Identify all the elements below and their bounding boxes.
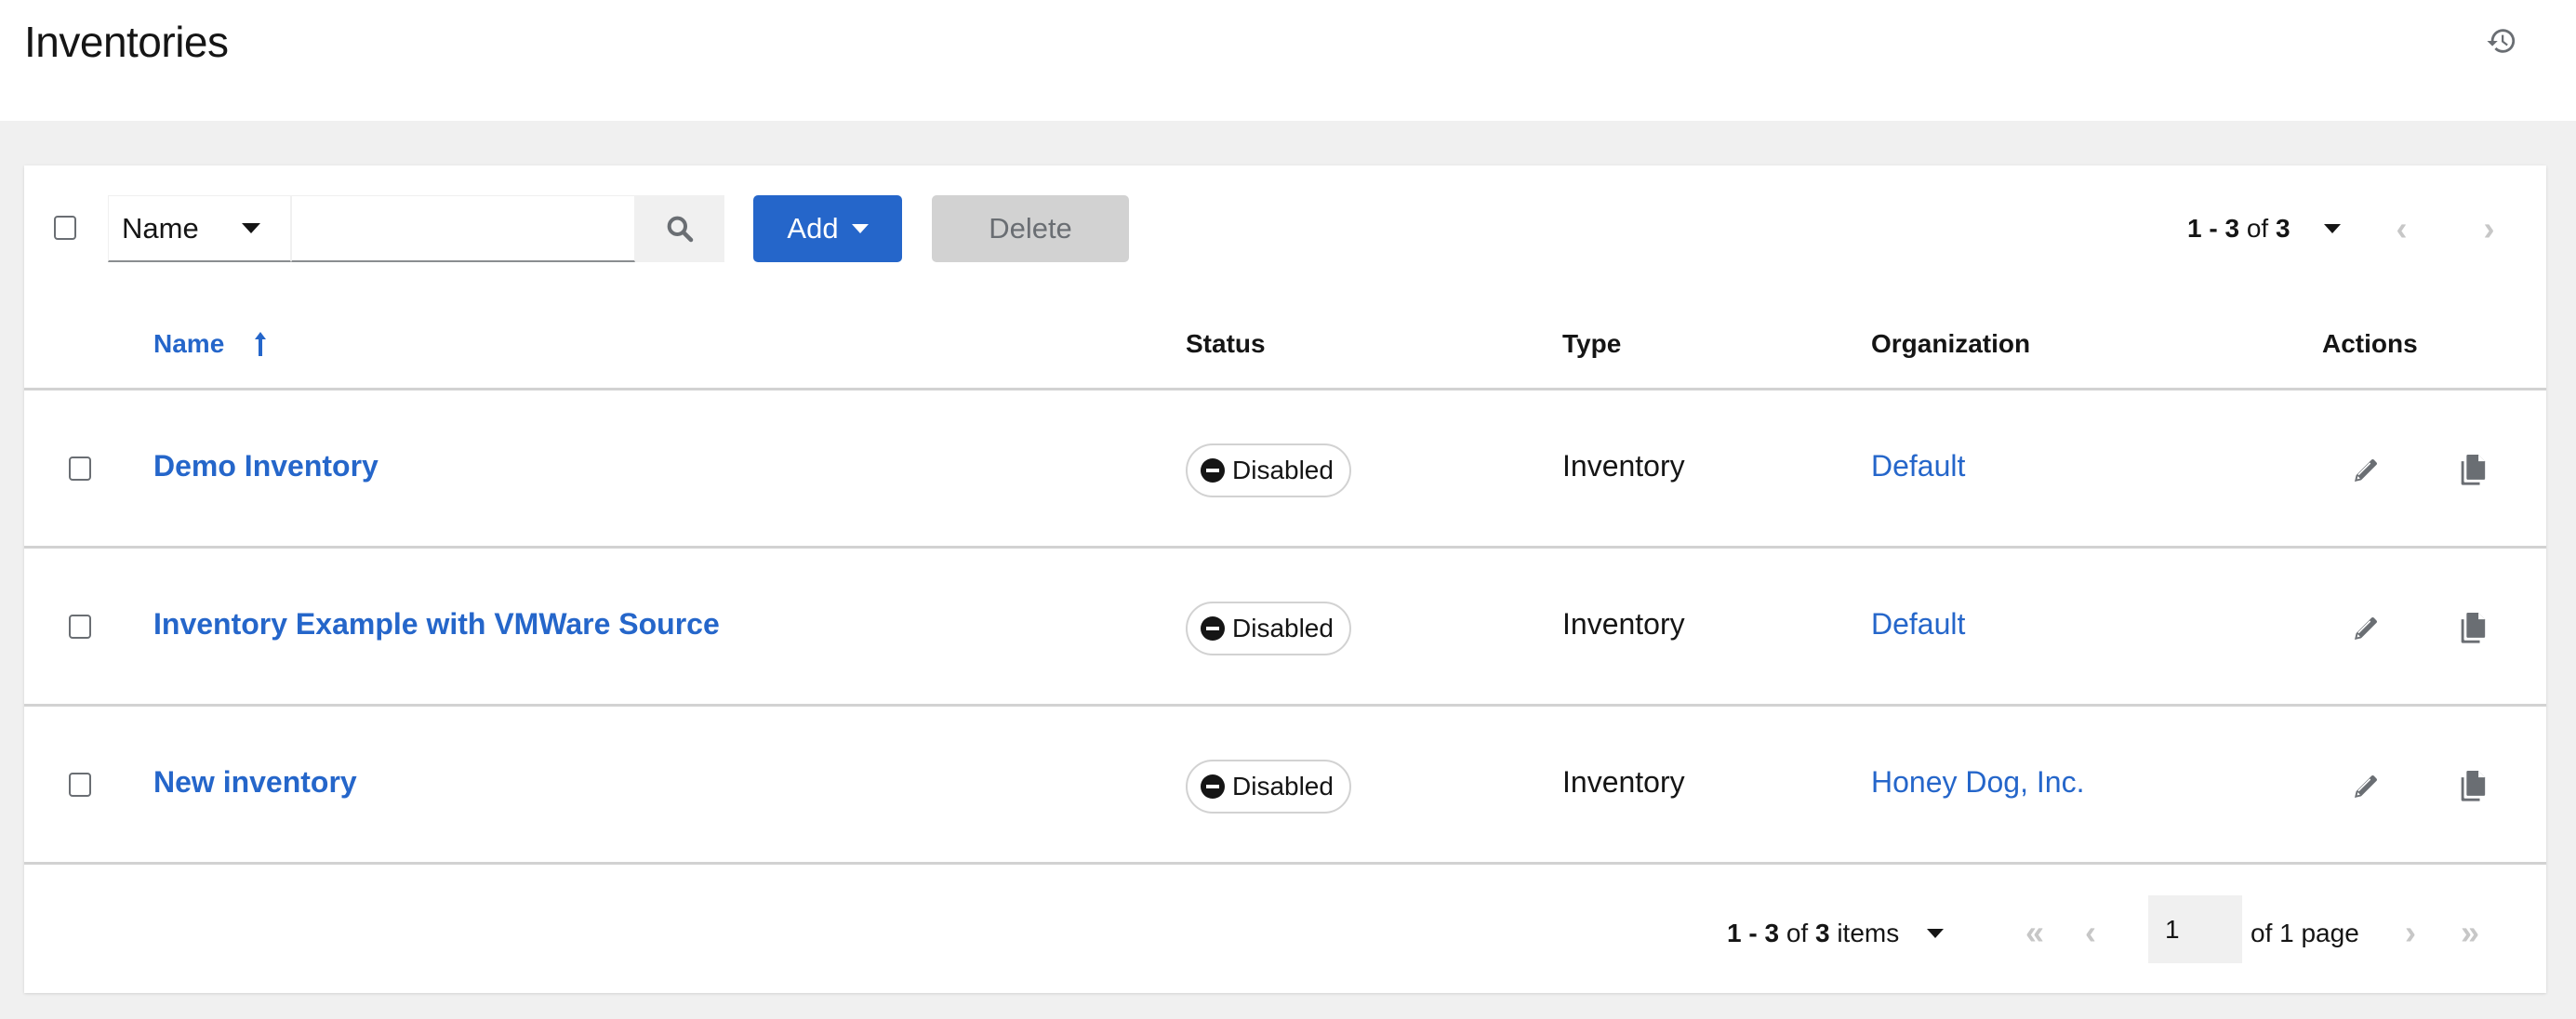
history-icon xyxy=(2487,29,2516,53)
copy-icon xyxy=(2461,455,2486,485)
bottom-pagination: 1 - 3 of 3 items « ‹ of 1 page › » xyxy=(24,895,2546,974)
delete-button-label: Delete xyxy=(989,212,1072,245)
type-cell: Inventory xyxy=(1562,765,1685,799)
range-start: 1 xyxy=(2187,214,2202,243)
column-header-name[interactable]: Name xyxy=(153,329,267,359)
row-checkbox[interactable] xyxy=(69,457,91,481)
column-header-name-label: Name xyxy=(153,329,225,358)
disabled-icon xyxy=(1201,774,1225,799)
range-total: 3 xyxy=(2275,214,2291,243)
copy-button[interactable] xyxy=(2455,454,2489,487)
per-page-toggle-icon[interactable] xyxy=(2323,224,2341,233)
pencil-icon xyxy=(2355,459,2377,482)
per-page-toggle-icon[interactable] xyxy=(1927,929,1945,938)
delete-button[interactable]: Delete xyxy=(932,195,1129,262)
range-end: 3 xyxy=(2224,214,2240,243)
row-checkbox[interactable] xyxy=(69,773,91,797)
first-page-icon[interactable]: « xyxy=(2025,913,2044,952)
select-all-checkbox[interactable] xyxy=(54,216,76,240)
type-cell: Inventory xyxy=(1562,607,1685,641)
status-badge: Disabled xyxy=(1186,443,1351,497)
previous-page-icon[interactable]: ‹ xyxy=(2397,209,2408,248)
footer-items-word: items xyxy=(1829,919,1900,947)
row-checkbox[interactable] xyxy=(69,615,91,639)
disabled-icon xyxy=(1201,616,1225,641)
organization-link[interactable]: Default xyxy=(1871,607,1965,642)
inventory-name-link[interactable]: Demo Inventory xyxy=(153,449,378,483)
copy-button[interactable] xyxy=(2455,770,2489,803)
column-header-actions: Actions xyxy=(2322,329,2418,358)
next-page-icon[interactable]: › xyxy=(2405,913,2416,952)
table-row: Demo Inventory Disabled Inventory Defaul… xyxy=(24,390,2546,549)
next-page-icon[interactable]: › xyxy=(2484,209,2495,248)
copy-button[interactable] xyxy=(2455,612,2489,645)
type-cell: Inventory xyxy=(1562,449,1685,483)
add-button[interactable]: Add xyxy=(753,195,902,262)
current-page-input[interactable] xyxy=(2148,895,2242,963)
copy-icon xyxy=(2461,771,2486,801)
footer-range-end: 3 xyxy=(1764,919,1780,947)
search-button[interactable] xyxy=(635,195,724,262)
table-row: Inventory Example with VMWare Source Dis… xyxy=(24,549,2546,707)
caret-down-icon xyxy=(851,224,869,233)
inventory-name-link[interactable]: New inventory xyxy=(153,765,357,800)
range-separator: - xyxy=(2201,214,2225,243)
footer-range-separator: - xyxy=(1741,919,1765,947)
history-button[interactable] xyxy=(2481,20,2522,61)
pencil-icon xyxy=(2355,617,2377,640)
status-badge: Disabled xyxy=(1186,602,1351,655)
search-icon xyxy=(667,216,694,243)
footer-range-start: 1 xyxy=(1727,919,1742,947)
edit-button[interactable] xyxy=(2349,770,2383,803)
filter-field-label: Name xyxy=(122,211,199,245)
disabled-icon xyxy=(1201,458,1225,483)
copy-icon xyxy=(2461,613,2486,643)
items-count: 1 - 3 of 3 items xyxy=(1727,919,1945,948)
edit-button[interactable] xyxy=(2349,454,2383,487)
page-title: Inventories xyxy=(24,18,229,66)
status-badge: Disabled xyxy=(1186,760,1351,814)
organization-link[interactable]: Honey Dog, Inc. xyxy=(1871,765,2084,800)
footer-range-of: of xyxy=(1779,919,1815,947)
filter-field-select[interactable]: Name xyxy=(108,195,291,262)
table-row: New inventory Disabled Inventory Honey D… xyxy=(24,707,2546,865)
previous-page-icon[interactable]: ‹ xyxy=(2085,913,2096,952)
search-input[interactable] xyxy=(291,195,635,262)
footer-range-total: 3 xyxy=(1814,919,1830,947)
status-label: Disabled xyxy=(1232,614,1334,642)
top-pagination: 1 - 3 of 3 ‹ › xyxy=(2187,203,2495,255)
pencil-icon xyxy=(2355,775,2377,798)
add-button-label: Add xyxy=(787,212,839,245)
page-header: Inventories xyxy=(0,0,2576,121)
column-header-organization: Organization xyxy=(1871,329,2031,358)
inventories-card: Name Add Delete 1 - 3 of 3 ‹ › Name Stat… xyxy=(24,165,2546,993)
column-header-type: Type xyxy=(1562,329,1622,358)
range-of: of xyxy=(2239,214,2276,243)
inventory-name-link[interactable]: Inventory Example with VMWare Source xyxy=(153,607,720,642)
table-header: Name Status Type Organization Actions xyxy=(24,305,2546,390)
column-header-status: Status xyxy=(1186,329,1266,358)
status-label: Disabled xyxy=(1232,772,1334,801)
organization-link[interactable]: Default xyxy=(1871,449,1965,483)
status-label: Disabled xyxy=(1232,456,1334,484)
sort-ascending-icon xyxy=(255,332,267,356)
last-page-icon[interactable]: » xyxy=(2461,913,2479,952)
edit-button[interactable] xyxy=(2349,612,2383,645)
total-pages-label: of 1 page xyxy=(2251,919,2359,947)
caret-down-icon xyxy=(241,223,260,233)
